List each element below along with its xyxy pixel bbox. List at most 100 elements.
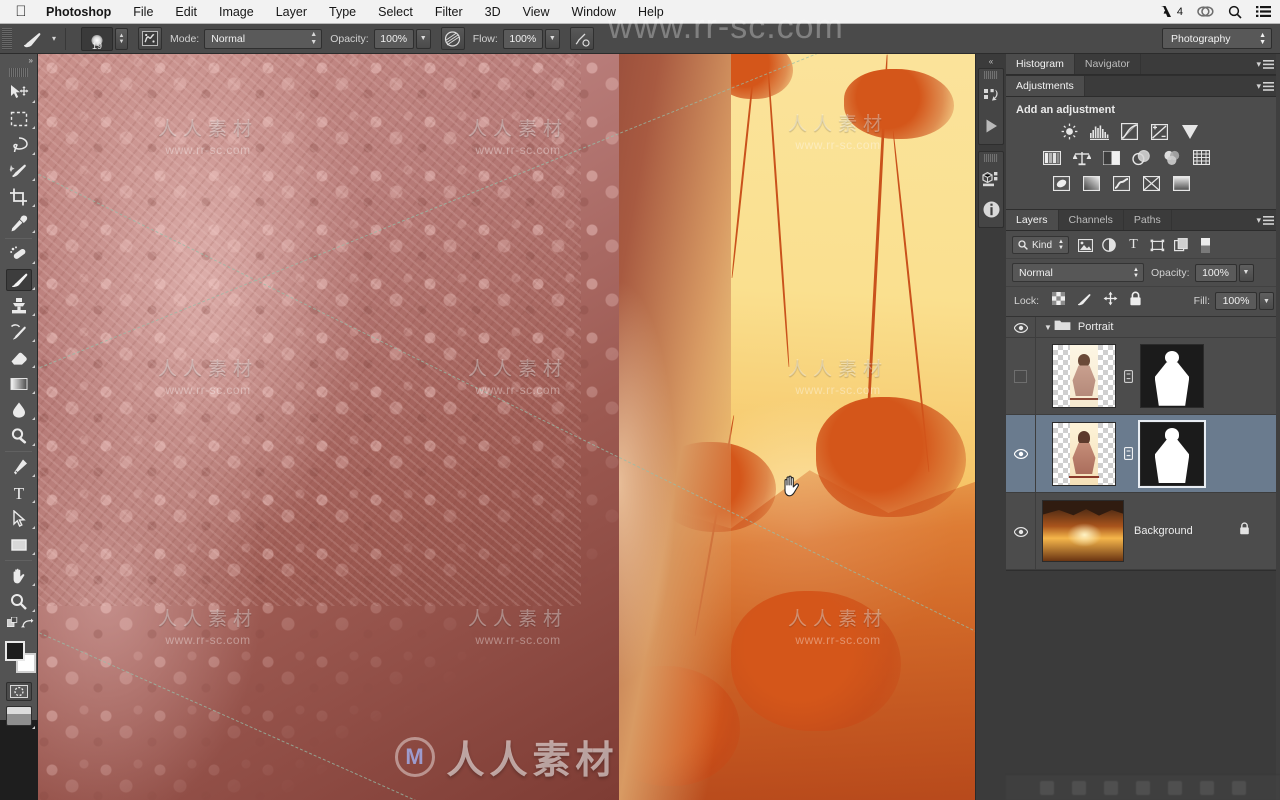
opacity-input[interactable]: 100% <box>373 28 414 49</box>
layer-mask-thumbnail[interactable] <box>1138 419 1206 488</box>
quick-mask-button[interactable] <box>5 682 32 701</box>
link-layers-button[interactable] <box>1040 780 1054 795</box>
options-bar-grip[interactable] <box>2 27 12 50</box>
posterize-adjustment-icon[interactable] <box>1082 175 1101 192</box>
filter-shape-layers-icon[interactable] <box>1150 238 1165 253</box>
info-panel-button[interactable] <box>979 194 1003 224</box>
menu-item-3d[interactable]: 3D <box>474 0 512 24</box>
brightness-contrast-adjustment-icon[interactable] <box>1060 123 1079 140</box>
menu-item-window[interactable]: Window <box>561 0 627 24</box>
blend-mode-select[interactable]: Normal ▲ ▼ <box>204 28 323 49</box>
tool-gradient[interactable] <box>0 371 38 397</box>
levels-adjustment-icon[interactable] <box>1090 123 1109 140</box>
menu-item-layer[interactable]: Layer <box>265 0 318 24</box>
current-tool-preset[interactable]: ▾ <box>20 24 56 54</box>
tool-horizontal-type[interactable]: T <box>0 480 38 506</box>
menu-item-help[interactable]: Help <box>627 0 675 24</box>
properties-panel-button[interactable] <box>979 164 1003 194</box>
workspace-switcher[interactable]: Photography ▲ ▼ <box>1162 28 1272 49</box>
layer-fill-dropdown-button[interactable]: ▼ <box>1259 292 1274 310</box>
threshold-adjustment-icon[interactable] <box>1112 175 1131 192</box>
layer-opacity-input[interactable]: 100% <box>1194 263 1237 282</box>
delete-layer-button[interactable] <box>1232 780 1246 795</box>
color-balance-adjustment-icon[interactable] <box>1072 149 1091 166</box>
history-panel-button[interactable] <box>979 81 1003 111</box>
table-row[interactable] <box>1006 338 1280 415</box>
tab-adjustments[interactable]: Adjustments <box>1006 76 1085 96</box>
menu-item-select[interactable]: Select <box>367 0 424 24</box>
tab-navigator[interactable]: Navigator <box>1074 54 1141 74</box>
filter-type-layers-icon[interactable]: T <box>1126 238 1141 253</box>
layer-fill-input[interactable]: 100% <box>1215 292 1257 310</box>
layer-visibility-toggle[interactable] <box>1006 338 1036 415</box>
tool-pen[interactable] <box>0 454 38 480</box>
menu-item-filter[interactable]: Filter <box>424 0 474 24</box>
table-row[interactable] <box>1006 415 1280 493</box>
layer-blend-mode-select[interactable]: Normal ▲ ▼ <box>1012 263 1144 282</box>
menu-item-view[interactable]: View <box>512 0 561 24</box>
tool-eyedropper[interactable] <box>0 210 38 236</box>
layer-mask-thumbnail[interactable] <box>1140 344 1204 408</box>
tool-spot-healing-brush[interactable] <box>0 241 38 267</box>
link-mask-icon[interactable] <box>1122 447 1134 460</box>
tool-dodge[interactable] <box>0 423 38 449</box>
filter-smart-object-layers-icon[interactable] <box>1174 238 1189 253</box>
lock-image-pixels-icon[interactable] <box>1076 292 1092 311</box>
creative-cloud-icon[interactable] <box>1197 5 1214 18</box>
layer-visibility-toggle[interactable] <box>1006 415 1036 493</box>
lock-transparent-pixels-icon[interactable] <box>1052 292 1066 310</box>
brush-preview-swatch[interactable]: 19 <box>81 26 114 51</box>
tab-layers[interactable]: Layers <box>1006 210 1059 230</box>
menu-item-photoshop[interactable]: Photoshop <box>42 0 122 24</box>
foreground-color-swatch[interactable] <box>5 641 25 661</box>
layer-style-button[interactable] <box>1072 780 1086 795</box>
photo-filter-adjustment-icon[interactable] <box>1132 149 1151 166</box>
menu-item-file[interactable]: File <box>122 0 164 24</box>
brush-size-stepper[interactable]: ▲ ▼ <box>115 27 129 50</box>
color-lookup-adjustment-icon[interactable] <box>1192 149 1211 166</box>
link-mask-icon[interactable] <box>1122 369 1134 383</box>
tool-rectangular-marquee[interactable] <box>0 106 38 132</box>
black-white-adjustment-icon[interactable] <box>1102 149 1121 166</box>
tools-collapse-button[interactable]: » <box>0 54 37 67</box>
tool-lasso[interactable] <box>0 132 38 158</box>
channel-mixer-adjustment-icon[interactable] <box>1162 149 1181 166</box>
tool-move[interactable] <box>0 80 38 106</box>
tool-brush[interactable] <box>0 267 38 293</box>
tool-quick-selection[interactable] <box>0 158 38 184</box>
layer-thumbnail[interactable] <box>1042 500 1124 562</box>
default-colors-icon[interactable] <box>6 616 21 635</box>
add-layer-mask-button[interactable] <box>1104 780 1118 795</box>
new-layer-button[interactable] <box>1200 780 1214 795</box>
menu-item-type[interactable]: Type <box>318 0 367 24</box>
hue-saturation-adjustment-icon[interactable] <box>1042 149 1061 166</box>
lock-position-icon[interactable] <box>1103 291 1118 311</box>
flow-input[interactable]: 100% <box>502 28 543 49</box>
table-row[interactable]: ▼ Portrait <box>1006 317 1280 338</box>
tool-history-brush[interactable] <box>0 319 38 345</box>
invert-adjustment-icon[interactable] <box>1052 175 1071 192</box>
layer-visibility-toggle[interactable] <box>1006 317 1036 338</box>
apple-logo-icon[interactable]:  <box>0 4 42 19</box>
flow-pressure-toggle-button[interactable] <box>569 27 594 50</box>
exposure-adjustment-icon[interactable] <box>1150 123 1169 140</box>
layer-thumbnail[interactable] <box>1052 344 1116 408</box>
layers-scrollbar[interactable] <box>1276 54 1280 800</box>
curves-adjustment-icon[interactable] <box>1120 123 1139 140</box>
lock-all-icon[interactable] <box>1129 291 1142 311</box>
filter-toggle-switch-icon[interactable] <box>1198 237 1213 253</box>
selective-color-adjustment-icon[interactable] <box>1172 175 1191 192</box>
tab-channels[interactable]: Channels <box>1058 210 1124 230</box>
toggle-brush-panel-button[interactable] <box>138 27 163 50</box>
swap-colors-icon[interactable] <box>21 617 34 635</box>
spotlight-search-icon[interactable] <box>1228 5 1242 19</box>
flow-dropdown-button[interactable]: ▼ <box>544 28 560 49</box>
adobe-cc-logo-icon[interactable]: 4 <box>1159 5 1183 18</box>
tool-blur[interactable] <box>0 397 38 423</box>
menu-item-image[interactable]: Image <box>208 0 265 24</box>
tool-eraser[interactable] <box>0 345 38 371</box>
expand-panels-button[interactable]: « <box>976 54 1006 68</box>
layer-thumbnail[interactable] <box>1052 421 1116 486</box>
layer-opacity-dropdown-button[interactable]: ▼ <box>1238 263 1254 282</box>
actions-panel-button[interactable] <box>979 111 1003 141</box>
